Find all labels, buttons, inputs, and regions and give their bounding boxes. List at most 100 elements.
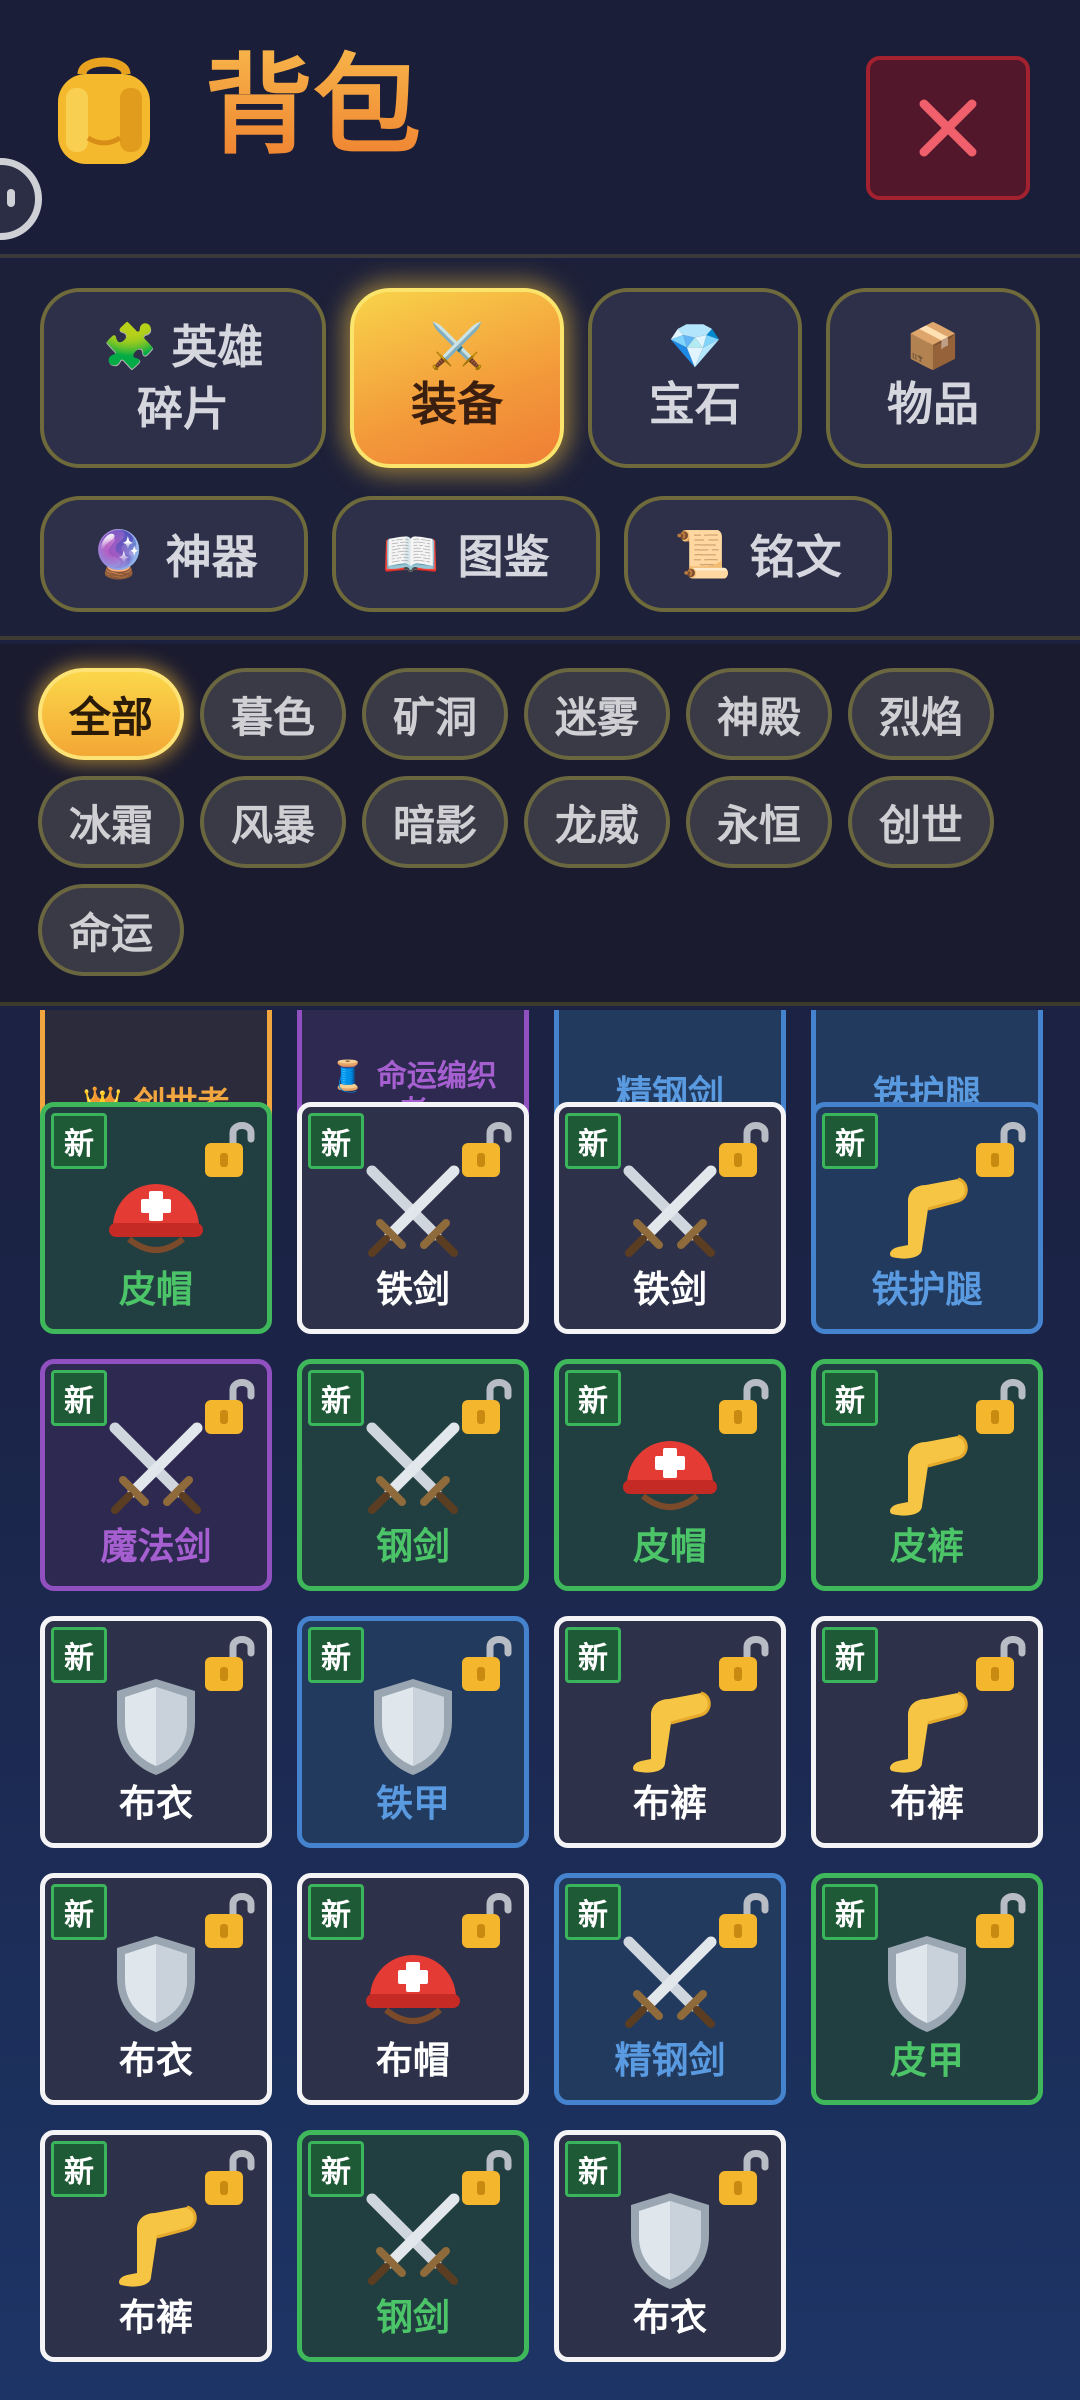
item-name: 布帽	[376, 2039, 450, 2082]
close-button[interactable]	[866, 56, 1030, 200]
tab-equipment[interactable]: ⚔️ 装备	[350, 288, 564, 468]
item-name: 皮甲	[890, 2039, 964, 2082]
inventory-item[interactable]: 新布衣	[40, 1873, 272, 2105]
swords-icon	[559, 1928, 781, 2038]
book-icon: 📖	[382, 526, 440, 581]
inventory-item[interactable]: 新布衣	[40, 1616, 272, 1848]
tab-label: 装备	[411, 377, 503, 431]
tab-hero-fragments[interactable]: 🧩 英雄 碎片	[40, 288, 326, 468]
inventory-item[interactable]: 新皮帽	[40, 1102, 272, 1334]
item-name: 皮帽	[119, 1268, 193, 1311]
shield-icon	[302, 1671, 524, 1781]
tab-artifacts[interactable]: 🔮 神器	[40, 496, 308, 612]
inventory-item[interactable]: 新铁甲	[297, 1616, 529, 1848]
tab-codex[interactable]: 📖 图鉴	[332, 496, 600, 612]
item-name: 铁护腿	[871, 1268, 983, 1311]
assistive-touch-icon[interactable]	[0, 158, 42, 240]
inventory-item[interactable]: 新布帽	[297, 1873, 529, 2105]
filter-chip[interactable]: 风暴	[200, 776, 346, 868]
category-tabs: 🧩 英雄 碎片 ⚔️ 装备 💎 宝石 📦 物品 🔮 神器 📖 图鉴 📜 铭文	[0, 262, 1080, 640]
swords-icon	[302, 1414, 524, 1524]
leg-icon	[45, 2185, 267, 2295]
item-name: 布衣	[119, 1782, 193, 1825]
item-name: 铁剑	[633, 1268, 707, 1311]
inventory-item[interactable]: 新铁剑	[554, 1102, 786, 1334]
inventory-item[interactable]: 新铁护腿	[811, 1102, 1043, 1334]
filter-chip[interactable]: 命运	[38, 884, 184, 976]
tab-label: 铭文	[749, 530, 842, 584]
shield-icon	[816, 1928, 1038, 2038]
item-name: 布裤	[633, 1782, 707, 1825]
item-name: 精钢剑	[614, 2039, 726, 2082]
leg-icon	[816, 1157, 1038, 1267]
page-title: 背包	[205, 42, 421, 172]
puzzle-icon: 🧩	[102, 321, 158, 372]
tab-items[interactable]: 📦 物品	[826, 288, 1040, 468]
filter-chip[interactable]: 暗影	[362, 776, 508, 868]
filter-chips: 全部 暮色 矿洞 迷雾 神殿 烈焰冰霜 风暴 暗影 龙威 永恒 创世命运	[0, 644, 1080, 1006]
shield-icon	[45, 1671, 267, 1781]
backpack-icon	[58, 57, 150, 164]
leg-icon	[816, 1671, 1038, 1781]
box-icon: 📦	[905, 321, 961, 372]
filter-chip[interactable]: 创世	[848, 776, 994, 868]
inventory-item[interactable]: 新皮裤	[811, 1359, 1043, 1591]
inventory-item[interactable]: 新布衣	[554, 2130, 786, 2362]
filter-chip[interactable]: 烈焰	[848, 668, 994, 760]
item-name: 铁甲	[376, 1782, 450, 1825]
swords-icon	[302, 2185, 524, 2295]
tab-inscriptions[interactable]: 📜 铭文	[624, 496, 892, 612]
leg-icon	[816, 1414, 1038, 1524]
item-name: 钢剑	[376, 2296, 450, 2339]
scroll-icon: 📜	[674, 526, 732, 581]
swords-icon	[45, 1414, 267, 1524]
tab-label: 物品	[887, 377, 979, 431]
item-name: 布裤	[890, 1782, 964, 1825]
filter-chip[interactable]: 矿洞	[362, 668, 508, 760]
filter-chip[interactable]: 永恒	[686, 776, 832, 868]
tab-label: 宝石	[649, 377, 741, 431]
crossed-swords-icon: ⚔️	[429, 321, 485, 372]
item-name: 布裤	[119, 2296, 193, 2339]
filter-chip[interactable]: 迷雾	[524, 668, 670, 760]
filter-chip[interactable]: 冰霜	[38, 776, 184, 868]
item-name: 钢剑	[376, 1525, 450, 1568]
header-bar: 背包	[0, 0, 1080, 258]
filter-chip[interactable]: 暮色	[200, 668, 346, 760]
filter-chip[interactable]: 全部	[38, 668, 184, 760]
filter-chip[interactable]: 龙威	[524, 776, 670, 868]
helmet-icon	[45, 1157, 267, 1267]
inventory-item[interactable]: 新钢剑	[297, 2130, 529, 2362]
swords-icon	[302, 1157, 524, 1267]
gem-icon: 💎	[667, 321, 723, 372]
item-name: 布衣	[119, 2039, 193, 2082]
inventory-item[interactable]: 新魔法剑	[40, 1359, 272, 1591]
tab-label: 神器	[165, 530, 258, 584]
inventory-item[interactable]: 新布裤	[40, 2130, 272, 2362]
tab-label: 碎片	[137, 382, 229, 436]
inventory-item[interactable]: 新皮甲	[811, 1873, 1043, 2105]
inventory-item[interactable]: 新钢剑	[297, 1359, 529, 1591]
inventory-item[interactable]: 新铁剑	[297, 1102, 529, 1334]
shield-icon	[45, 1928, 267, 2038]
inventory-item[interactable]: 新布裤	[554, 1616, 786, 1848]
crystal-ball-icon: 🔮	[90, 526, 148, 581]
close-icon	[919, 99, 977, 157]
inventory-item[interactable]: 新精钢剑	[554, 1873, 786, 2105]
helmet-icon	[302, 1928, 524, 2038]
inventory-item[interactable]: 新皮帽	[554, 1359, 786, 1591]
filter-chip[interactable]: 神殿	[686, 668, 832, 760]
tab-label: 英雄	[171, 320, 264, 374]
thread-icon: 🧵	[329, 1059, 367, 1094]
item-name: 皮帽	[633, 1525, 707, 1568]
inventory-item[interactable]: 新布裤	[811, 1616, 1043, 1848]
tab-gems[interactable]: 💎 宝石	[588, 288, 802, 468]
shield-icon	[559, 2185, 781, 2295]
tab-label: 图鉴	[457, 530, 550, 584]
leg-icon	[559, 1671, 781, 1781]
swords-icon	[559, 1157, 781, 1267]
item-name: 皮裤	[890, 1525, 964, 1568]
item-name: 魔法剑	[100, 1525, 212, 1568]
item-name: 铁剑	[376, 1268, 450, 1311]
item-name: 布衣	[633, 2296, 707, 2339]
